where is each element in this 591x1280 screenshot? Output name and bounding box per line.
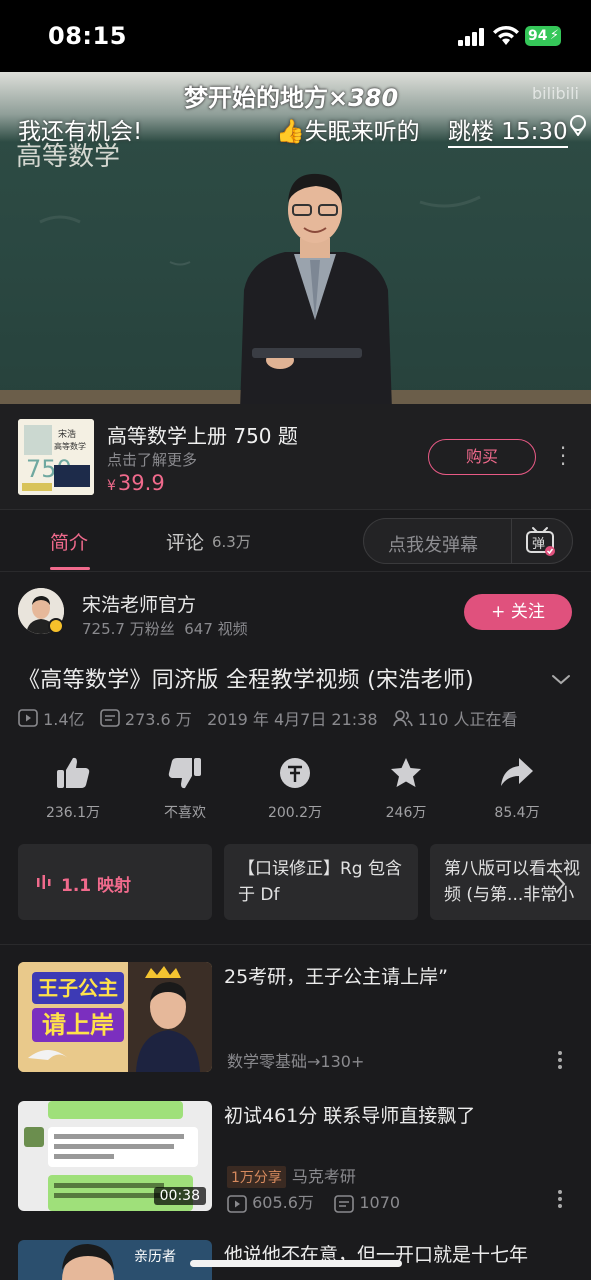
share-tag: 1万分享 (227, 1166, 286, 1188)
danmaku-placeholder[interactable]: 点我发弹幕 (388, 531, 478, 557)
more-options-icon[interactable] (554, 1189, 566, 1209)
tab-intro[interactable]: 简介 (50, 528, 88, 555)
product-ad[interactable]: 宋浩 高等数学 750 高等数学上册 750 题 点击了解更多 ¥39.9 购买… (0, 404, 591, 510)
uploader-name[interactable]: 宋浩老师官方 (82, 590, 196, 617)
battery-indicator: 94 ⚡ (525, 26, 561, 46)
action-bar: 236.1万 不喜欢 200.2万 246万 85.4万 (0, 756, 591, 832)
play-count: 1.4亿 (43, 710, 85, 729)
recommended-meta: 数学零基础→130+ (227, 1052, 365, 1071)
svg-text:宋浩: 宋浩 (58, 428, 76, 440)
status-time: 08:15 (48, 22, 127, 50)
dislike-button[interactable]: 不喜欢 (130, 756, 240, 822)
chalk-title: 高等数学 (16, 142, 121, 172)
svg-text:弹: 弹 (532, 537, 545, 552)
watching-now: 110 人正在看 (417, 710, 518, 729)
video-duration: 00:38 (153, 1187, 206, 1205)
video-thumbnail[interactable]: 王子公主 请上岸 (18, 962, 212, 1072)
battery-level: 94 (528, 28, 548, 44)
coin-icon (280, 758, 310, 788)
video-title: 《高等数学》同济版 全程教学视频 (宋浩老师) (18, 668, 475, 693)
verified-badge-icon (48, 618, 64, 634)
more-options-icon[interactable] (554, 1050, 566, 1070)
chapter-chip-active[interactable]: 1.1 映射 (18, 844, 212, 920)
ad-subtitle[interactable]: 点击了解更多 (107, 449, 197, 470)
watermark: bilibili (532, 84, 579, 103)
video-meta: 1.4亿 273.6 万 2019 年 4月7日 21:38 110 人正在看 (18, 706, 518, 729)
play-count-icon (227, 1194, 247, 1213)
recommended-stats: 605.6万 1070 (227, 1189, 400, 1213)
favorite-button[interactable]: 246万 (351, 756, 461, 822)
video-thumbnail[interactable]: 亲历者 (18, 1240, 212, 1280)
star-icon (391, 758, 421, 787)
danmaku-toggle-icon[interactable]: 弹 (524, 526, 556, 556)
chapter-chip[interactable]: 【口误修正】Rg 包含于 Df (224, 844, 418, 920)
thumbs-up-icon: 👍 (276, 119, 305, 145)
viewers-icon (393, 710, 413, 727)
video-thumbnail[interactable]: 00:38 (18, 1101, 212, 1211)
thumbs-down-icon (168, 758, 201, 789)
audio-bars-icon (37, 875, 51, 889)
teacher-figure (240, 173, 392, 404)
jump-to-time-link[interactable]: 跳楼 15:30 (448, 112, 568, 148)
book-cover-icon: 宋浩 高等数学 750 (18, 419, 94, 495)
share-button[interactable]: 85.4万 (462, 756, 572, 822)
location-pin-icon[interactable] (567, 114, 589, 136)
detail-tabs: 简介 评论 6.3万 点我发弹幕 弹 (0, 510, 591, 572)
publish-date: 2019 年 4月7日 21:38 (207, 710, 378, 729)
recommended-video[interactable]: 王子公主 请上岸 25考研，王子公主请上岸” 数学零基础→130+ (0, 962, 591, 1082)
tab-comments[interactable]: 评论 (166, 528, 204, 555)
video-player[interactable]: 梦开始的地方×380 bilibili 我还有机会! 👍失眠来听的 跳楼 15:… (0, 72, 591, 404)
ad-price: ¥39.9 (107, 471, 165, 495)
play-count-icon (18, 709, 38, 727)
status-bar: 08:15 94 ⚡ (0, 0, 591, 72)
danmaku-input[interactable]: 点我发弹幕 弹 (363, 518, 573, 564)
recommended-title[interactable]: 25考研，王子公主请上岸” (224, 962, 574, 989)
like-button[interactable]: 236.1万 (18, 756, 128, 822)
chevron-down-icon[interactable] (550, 668, 572, 690)
svg-text:高等数学: 高等数学 (54, 441, 86, 451)
ad-title[interactable]: 高等数学上册 750 题 (107, 420, 298, 449)
comment-count-icon (334, 1194, 355, 1213)
thumb-text: 请上岸 (42, 1011, 114, 1039)
comment-count: 6.3万 (212, 533, 251, 551)
cellular-signal-icon (458, 28, 484, 46)
share-icon (501, 758, 533, 786)
recommended-video[interactable]: 00:38 初试461分 联系导师直接飘了 1万分享 马克考研 605.6万 10… (0, 1101, 591, 1221)
buy-button[interactable]: 购买 (428, 439, 536, 475)
active-tab-indicator (50, 567, 90, 570)
home-indicator[interactable] (190, 1260, 402, 1267)
thumb-text: 亲历者 (134, 1249, 176, 1265)
uploader-row: 宋浩老师官方 725.7 万粉丝 647 视频 + 关注 (0, 580, 591, 650)
recommended-title[interactable]: 初试461分 联系导师直接飘了 (224, 1101, 574, 1128)
chevron-right-icon[interactable] (552, 872, 568, 896)
product-thumbnail[interactable]: 宋浩 高等数学 750 (18, 419, 94, 495)
more-options-icon[interactable]: · · · (554, 438, 572, 474)
danmaku-count-icon (100, 709, 120, 727)
follow-button[interactable]: + 关注 (464, 594, 572, 630)
wifi-icon (493, 25, 519, 45)
thumbs-up-icon (57, 757, 90, 788)
danmaku-comment: 👍失眠来听的 (276, 119, 420, 145)
thumb-text: 王子公主 (38, 976, 118, 1000)
coin-button[interactable]: 200.2万 (240, 756, 350, 822)
danmaku-count: 273.6 万 (124, 710, 192, 729)
recommended-author: 1万分享 马克考研 (227, 1163, 356, 1188)
chapter-chips: 1.1 映射 【口误修正】Rg 包含于 Df 第八版可以看本视频 (与第...非… (0, 844, 591, 920)
uploader-stats: 725.7 万粉丝 647 视频 (82, 620, 248, 638)
danmaku-combo: 梦开始的地方×380 (184, 84, 399, 112)
charging-icon: ⚡ (549, 28, 559, 43)
